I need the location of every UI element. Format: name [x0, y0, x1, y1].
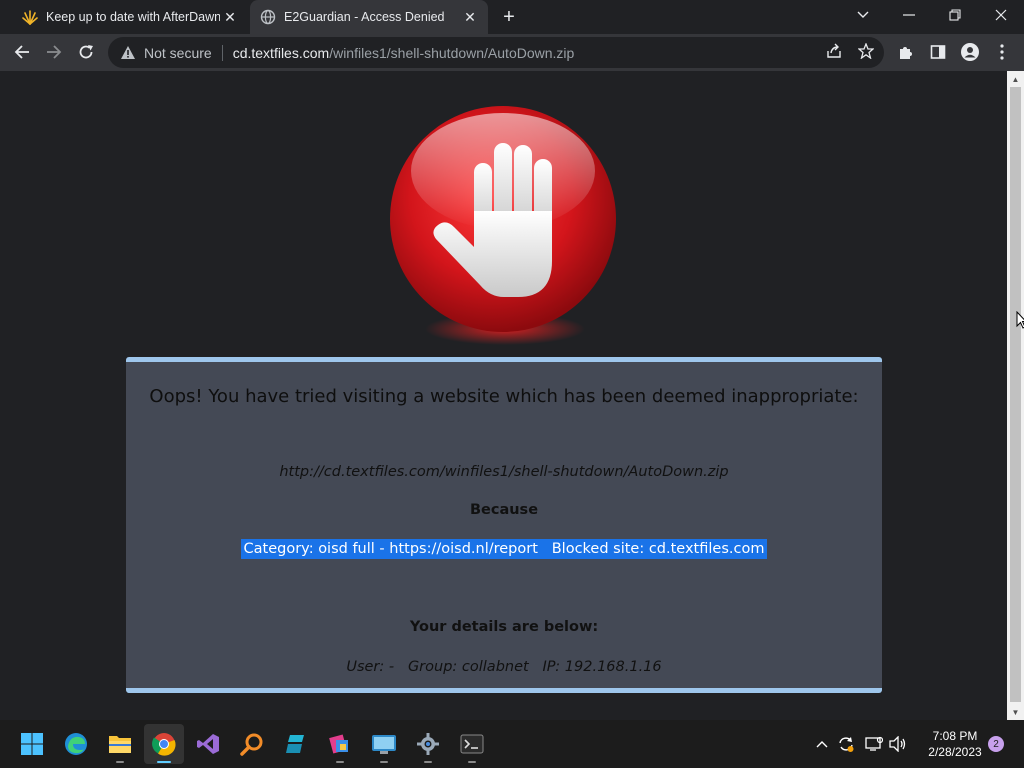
forward-arrow-icon[interactable] — [40, 38, 68, 66]
divider — [221, 44, 223, 61]
close-icon[interactable]: ✕ — [220, 7, 240, 27]
scrollbar-thumb[interactable] — [1010, 87, 1021, 702]
warning-triangle-icon[interactable] — [120, 45, 136, 61]
back-arrow-icon[interactable] — [8, 38, 36, 66]
network-icon[interactable] — [864, 734, 884, 754]
close-icon[interactable]: ✕ — [460, 7, 480, 27]
restore-icon[interactable] — [932, 0, 978, 30]
tab-title: Keep up to date with AfterDawn! — [46, 10, 220, 24]
clock-date: 2/28/2023 — [928, 745, 982, 759]
profile-avatar-icon[interactable] — [960, 42, 980, 62]
visual-studio-icon[interactable] — [188, 724, 228, 764]
system-clock[interactable]: 7:08 PM 2/28/2023 — [916, 728, 994, 760]
security-label[interactable]: Not secure — [144, 45, 212, 61]
new-tab-button[interactable]: + — [498, 6, 520, 28]
user-details: User: - Group: collabnet IP: 192.168.1.1… — [346, 659, 662, 675]
scroll-up-arrow-icon[interactable]: ▲ — [1007, 71, 1024, 87]
menu-kebab-icon[interactable] — [992, 42, 1012, 62]
minimize-icon[interactable] — [886, 0, 932, 30]
close-window-icon[interactable] — [978, 0, 1024, 30]
tab-title: E2Guardian - Access Denied — [284, 10, 445, 24]
globe-icon — [260, 9, 276, 25]
blocked-url: http://cd.textfiles.com/winfiles1/shell-… — [279, 464, 729, 480]
because-label: Because — [469, 502, 539, 518]
tab-strip: Keep up to date with AfterDawn! ✕ E2Guar… — [0, 0, 1024, 34]
chevron-up-icon[interactable] — [812, 734, 832, 754]
windows-start-icon[interactable] — [12, 724, 52, 764]
stop-hand-icon — [390, 106, 616, 345]
mouse-cursor-icon — [1016, 311, 1024, 329]
volume-icon[interactable] — [888, 734, 908, 754]
afterdawn-favicon-icon — [22, 9, 38, 25]
paint-icon[interactable] — [320, 724, 360, 764]
chrome-icon[interactable] — [144, 724, 184, 764]
tab-afterdawn[interactable]: Keep up to date with AfterDawn! ✕ — [12, 0, 248, 34]
reload-icon[interactable] — [72, 38, 100, 66]
bookmark-star-icon[interactable] — [856, 41, 876, 61]
side-panel-icon[interactable] — [928, 42, 948, 62]
block-reason: Category: oisd full - https://oisd.nl/re… — [240, 539, 768, 559]
access-denied-box: Oops! You have tried visiting a website … — [126, 357, 882, 693]
file-explorer-icon[interactable] — [100, 724, 140, 764]
extensions-puzzle-icon[interactable] — [896, 42, 916, 62]
windows-taskbar: 7:08 PM 2/28/2023 2 — [0, 720, 1024, 768]
notification-badge[interactable]: 2 — [988, 736, 1004, 752]
search-magnifier-icon[interactable] — [232, 724, 272, 764]
page-content: Oops! You have tried visiting a website … — [0, 71, 1007, 720]
terminal-icon[interactable] — [452, 724, 492, 764]
details-heading: Your details are below: — [409, 619, 599, 635]
page-heading: Oops! You have tried visiting a website … — [149, 386, 859, 407]
sync-icon[interactable] — [836, 734, 856, 754]
app-icon[interactable] — [276, 724, 316, 764]
url-host: cd.textfiles.com — [232, 44, 330, 61]
vertical-scrollbar[interactable]: ▲ ▼ — [1007, 71, 1024, 720]
browser-toolbar: Not secure cd.textfiles.com/winfiles1/sh… — [0, 34, 1024, 71]
tab-search-chevron-icon[interactable] — [840, 0, 886, 30]
edge-icon[interactable] — [56, 724, 96, 764]
url-path: /winfiles1/shell-shutdown/AutoDown.zip — [329, 44, 575, 61]
address-bar[interactable]: Not secure cd.textfiles.com/winfiles1/sh… — [108, 37, 884, 68]
control-panel-icon[interactable] — [364, 724, 404, 764]
settings-gear-icon[interactable] — [408, 724, 448, 764]
share-icon[interactable] — [824, 41, 844, 61]
tab-e2guardian[interactable]: E2Guardian - Access Denied ✕ — [250, 0, 488, 34]
clock-time: 7:08 PM — [932, 729, 978, 743]
scroll-down-arrow-icon[interactable]: ▼ — [1007, 704, 1024, 720]
